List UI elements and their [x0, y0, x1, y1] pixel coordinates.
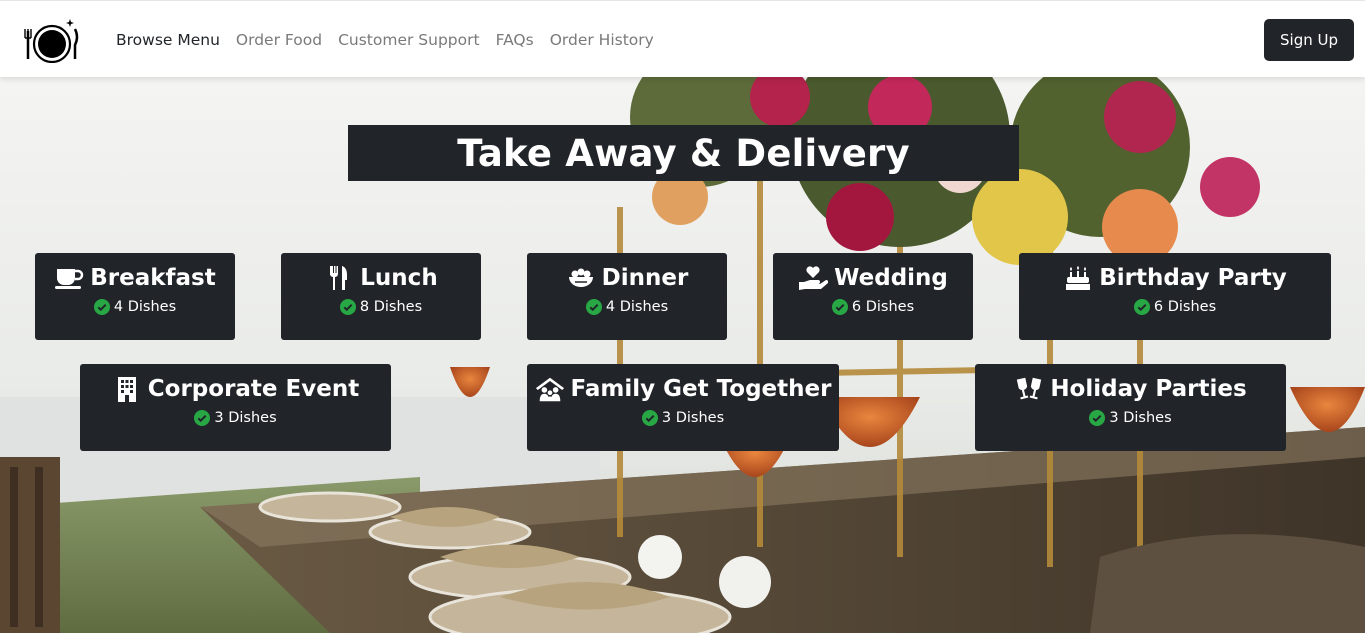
- check-circle-icon: [194, 410, 211, 426]
- dish-count: 4 Dishes: [605, 299, 669, 315]
- birthday-cake-icon: [1063, 265, 1093, 291]
- category-card-dinner[interactable]: Dinner 4 Dishes: [527, 253, 727, 340]
- dish-count: 3 Dishes: [1109, 410, 1172, 426]
- hero-section: Take Away & Delivery Breakfast 4 Dishes …: [0, 77, 1365, 633]
- category-card-holiday-parties[interactable]: Holiday Parties 3 Dishes: [975, 364, 1286, 451]
- dish-count: 3 Dishes: [661, 410, 725, 426]
- plate-cutlery-logo-icon[interactable]: [24, 17, 80, 64]
- category-title: Breakfast: [90, 265, 216, 291]
- dish-count: 3 Dishes: [214, 410, 277, 426]
- check-circle-icon: [1133, 299, 1150, 315]
- nav-faqs[interactable]: FAQs: [496, 31, 534, 49]
- nav-order-history[interactable]: Order History: [550, 31, 654, 49]
- nav-customer-support[interactable]: Customer Support: [338, 31, 480, 49]
- sign-up-button[interactable]: Sign Up: [1264, 19, 1354, 61]
- check-circle-icon: [339, 299, 356, 315]
- category-title: Holiday Parties: [1050, 376, 1247, 402]
- glasses-cheers-icon: [1014, 376, 1044, 402]
- navbar: Browse Menu Order Food Customer Support …: [0, 0, 1365, 77]
- check-circle-icon: [93, 299, 110, 315]
- utensils-icon: [324, 265, 354, 291]
- coffee-cup-icon: [54, 265, 84, 291]
- category-card-birthday-party[interactable]: Birthday Party 6 Dishes: [1019, 253, 1331, 340]
- category-title: Corporate Event: [147, 376, 360, 402]
- dish-count: 6 Dishes: [851, 299, 915, 315]
- hand-holding-heart-icon: [798, 265, 829, 291]
- bowl-food-icon: [566, 265, 596, 291]
- dish-count: 6 Dishes: [1153, 299, 1217, 315]
- page-title: Take Away & Delivery: [348, 125, 1019, 181]
- category-title: Dinner: [601, 265, 689, 291]
- check-circle-icon: [1089, 410, 1106, 426]
- nav-browse-menu[interactable]: Browse Menu: [116, 31, 220, 49]
- category-card-corporate-event[interactable]: Corporate Event 3 Dishes: [80, 364, 391, 451]
- nav-links: Browse Menu Order Food Customer Support …: [116, 1, 670, 78]
- category-card-breakfast[interactable]: Breakfast 4 Dishes: [35, 253, 235, 340]
- category-card-wedding[interactable]: Wedding 6 Dishes: [773, 253, 973, 340]
- category-card-lunch[interactable]: Lunch 8 Dishes: [281, 253, 481, 340]
- check-circle-icon: [585, 299, 602, 315]
- category-card-family-get-together[interactable]: Family Get Together 3 Dishes: [527, 364, 839, 451]
- nav-order-food[interactable]: Order Food: [236, 31, 322, 49]
- category-title: Lunch: [360, 265, 438, 291]
- dish-count: 8 Dishes: [359, 299, 423, 315]
- dish-count: 4 Dishes: [113, 299, 177, 315]
- category-title: Wedding: [834, 265, 948, 291]
- category-title: Family Get Together: [570, 376, 832, 402]
- check-circle-icon: [831, 299, 848, 315]
- building-icon: [112, 376, 142, 402]
- category-title: Birthday Party: [1099, 265, 1287, 291]
- check-circle-icon: [641, 410, 658, 426]
- family-house-icon: [535, 376, 565, 402]
